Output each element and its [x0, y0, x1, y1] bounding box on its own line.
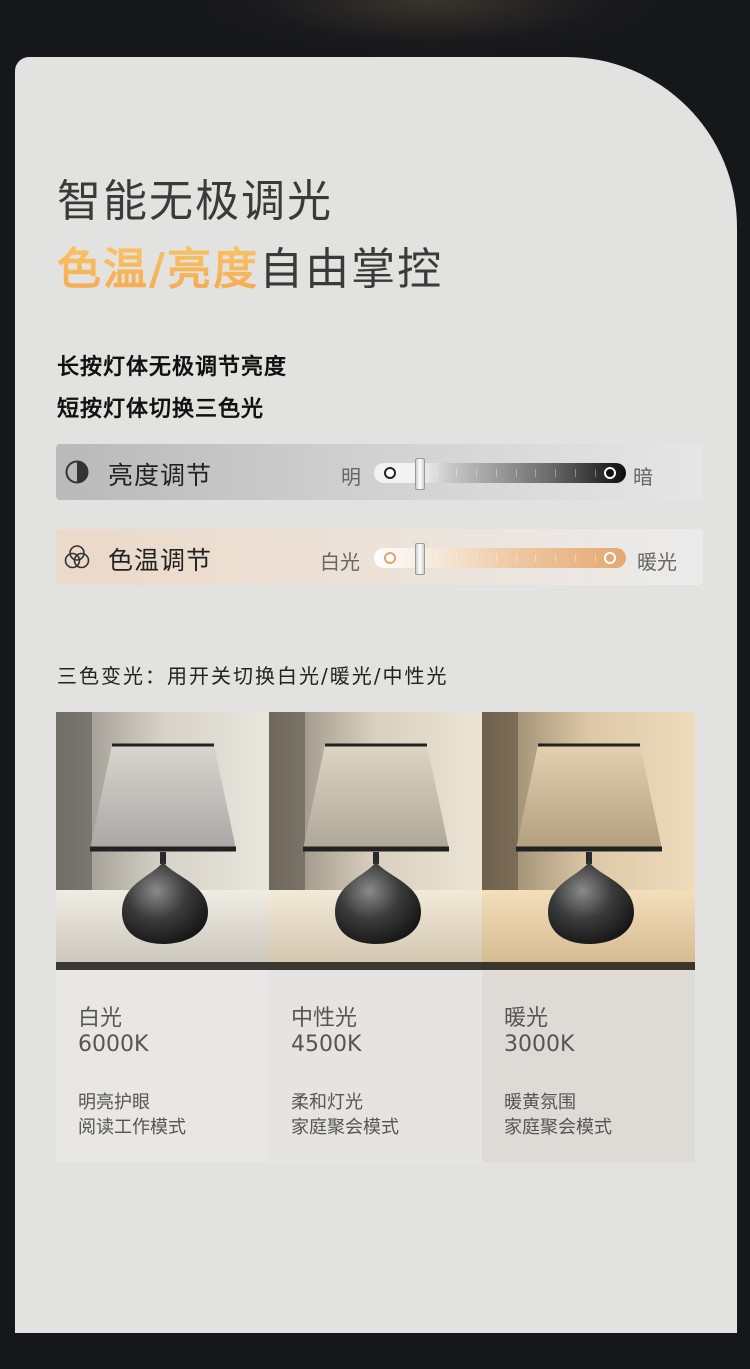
brightness-min-knob[interactable]	[384, 467, 396, 479]
mode-info-white: 白光 6000K 明亮护眼 阅读工作模式	[56, 970, 269, 1162]
mode-name: 中性光	[291, 1006, 358, 1031]
mode-info-warm: 暖光 3000K 暖黄氛围 家庭聚会模式	[482, 970, 695, 1162]
mode-name: 白光	[78, 1006, 123, 1031]
brightness-min-label: 明	[341, 465, 361, 489]
half-circle-icon	[65, 460, 89, 484]
mode-desc-line1: 柔和灯光	[291, 1092, 363, 1113]
bottom-band	[0, 1333, 750, 1369]
mode-desc-line2: 家庭聚会模式	[504, 1117, 612, 1138]
slider-ticks	[436, 554, 596, 562]
mode-panel-warm: 暖光 3000K 暖黄氛围 家庭聚会模式	[482, 712, 695, 1162]
brightness-control: 亮度调节 明 暗	[56, 444, 703, 500]
instruction-long-press: 长按灯体无极调节亮度	[57, 355, 288, 380]
mode-desc-line2: 家庭聚会模式	[291, 1117, 399, 1138]
mode-desc-line2: 阅读工作模式	[78, 1117, 186, 1138]
mode-desc-line1: 明亮护眼	[78, 1092, 150, 1113]
brightness-slider-handle[interactable]	[415, 458, 426, 490]
color-temp-control: 色温调节 白光 暖光	[56, 529, 703, 585]
color-temp-min-label: 白光	[320, 550, 360, 574]
color-temp-slider[interactable]	[374, 548, 626, 568]
mode-name: 暖光	[504, 1006, 549, 1031]
brightness-label: 亮度调节	[108, 461, 213, 490]
headline-line1: 智能无极调光	[57, 176, 333, 227]
brightness-max-knob[interactable]	[604, 467, 616, 479]
instruction-short-press: 短按灯体切换三色光	[57, 397, 265, 422]
mode-panel-white: 白光 6000K 明亮护眼 阅读工作模式	[56, 712, 269, 1162]
brightness-slider[interactable]	[374, 463, 626, 483]
feature-card: 智能无极调光 色温/亮度自由掌控 长按灯体无极调节亮度 短按灯体切换三色光 亮度…	[15, 57, 737, 1333]
mode-desc-line1: 暖黄氛围	[504, 1092, 576, 1113]
color-temp-max-label: 暖光	[637, 550, 677, 574]
headline-line2: 色温/亮度自由掌控	[57, 233, 443, 297]
top-glow	[0, 0, 750, 60]
lamp-photo-white	[56, 712, 269, 970]
headline-accent: 色温/亮度	[57, 244, 260, 295]
brightness-max-label: 暗	[633, 465, 653, 489]
mode-kelvin: 4500K	[291, 1032, 362, 1057]
slider-ticks	[436, 469, 596, 477]
lamp-photo-warm	[482, 712, 695, 970]
mode-kelvin: 6000K	[78, 1032, 149, 1057]
headline-rest: 自由掌控	[259, 244, 444, 295]
color-temp-label: 色温调节	[108, 546, 213, 575]
mode-kelvin: 3000K	[504, 1032, 575, 1057]
color-temp-max-knob[interactable]	[604, 552, 616, 564]
mode-info-neutral: 中性光 4500K 柔和灯光 家庭聚会模式	[269, 970, 482, 1162]
lamp-photo-neutral	[269, 712, 482, 970]
mode-panel-neutral: 中性光 4500K 柔和灯光 家庭聚会模式	[269, 712, 482, 1162]
overlapping-circles-icon	[64, 545, 90, 569]
three-color-title: 三色变光：用开关切换白光/暖光/中性光	[57, 664, 449, 688]
color-temp-min-knob[interactable]	[384, 552, 396, 564]
color-temp-slider-handle[interactable]	[415, 543, 426, 575]
